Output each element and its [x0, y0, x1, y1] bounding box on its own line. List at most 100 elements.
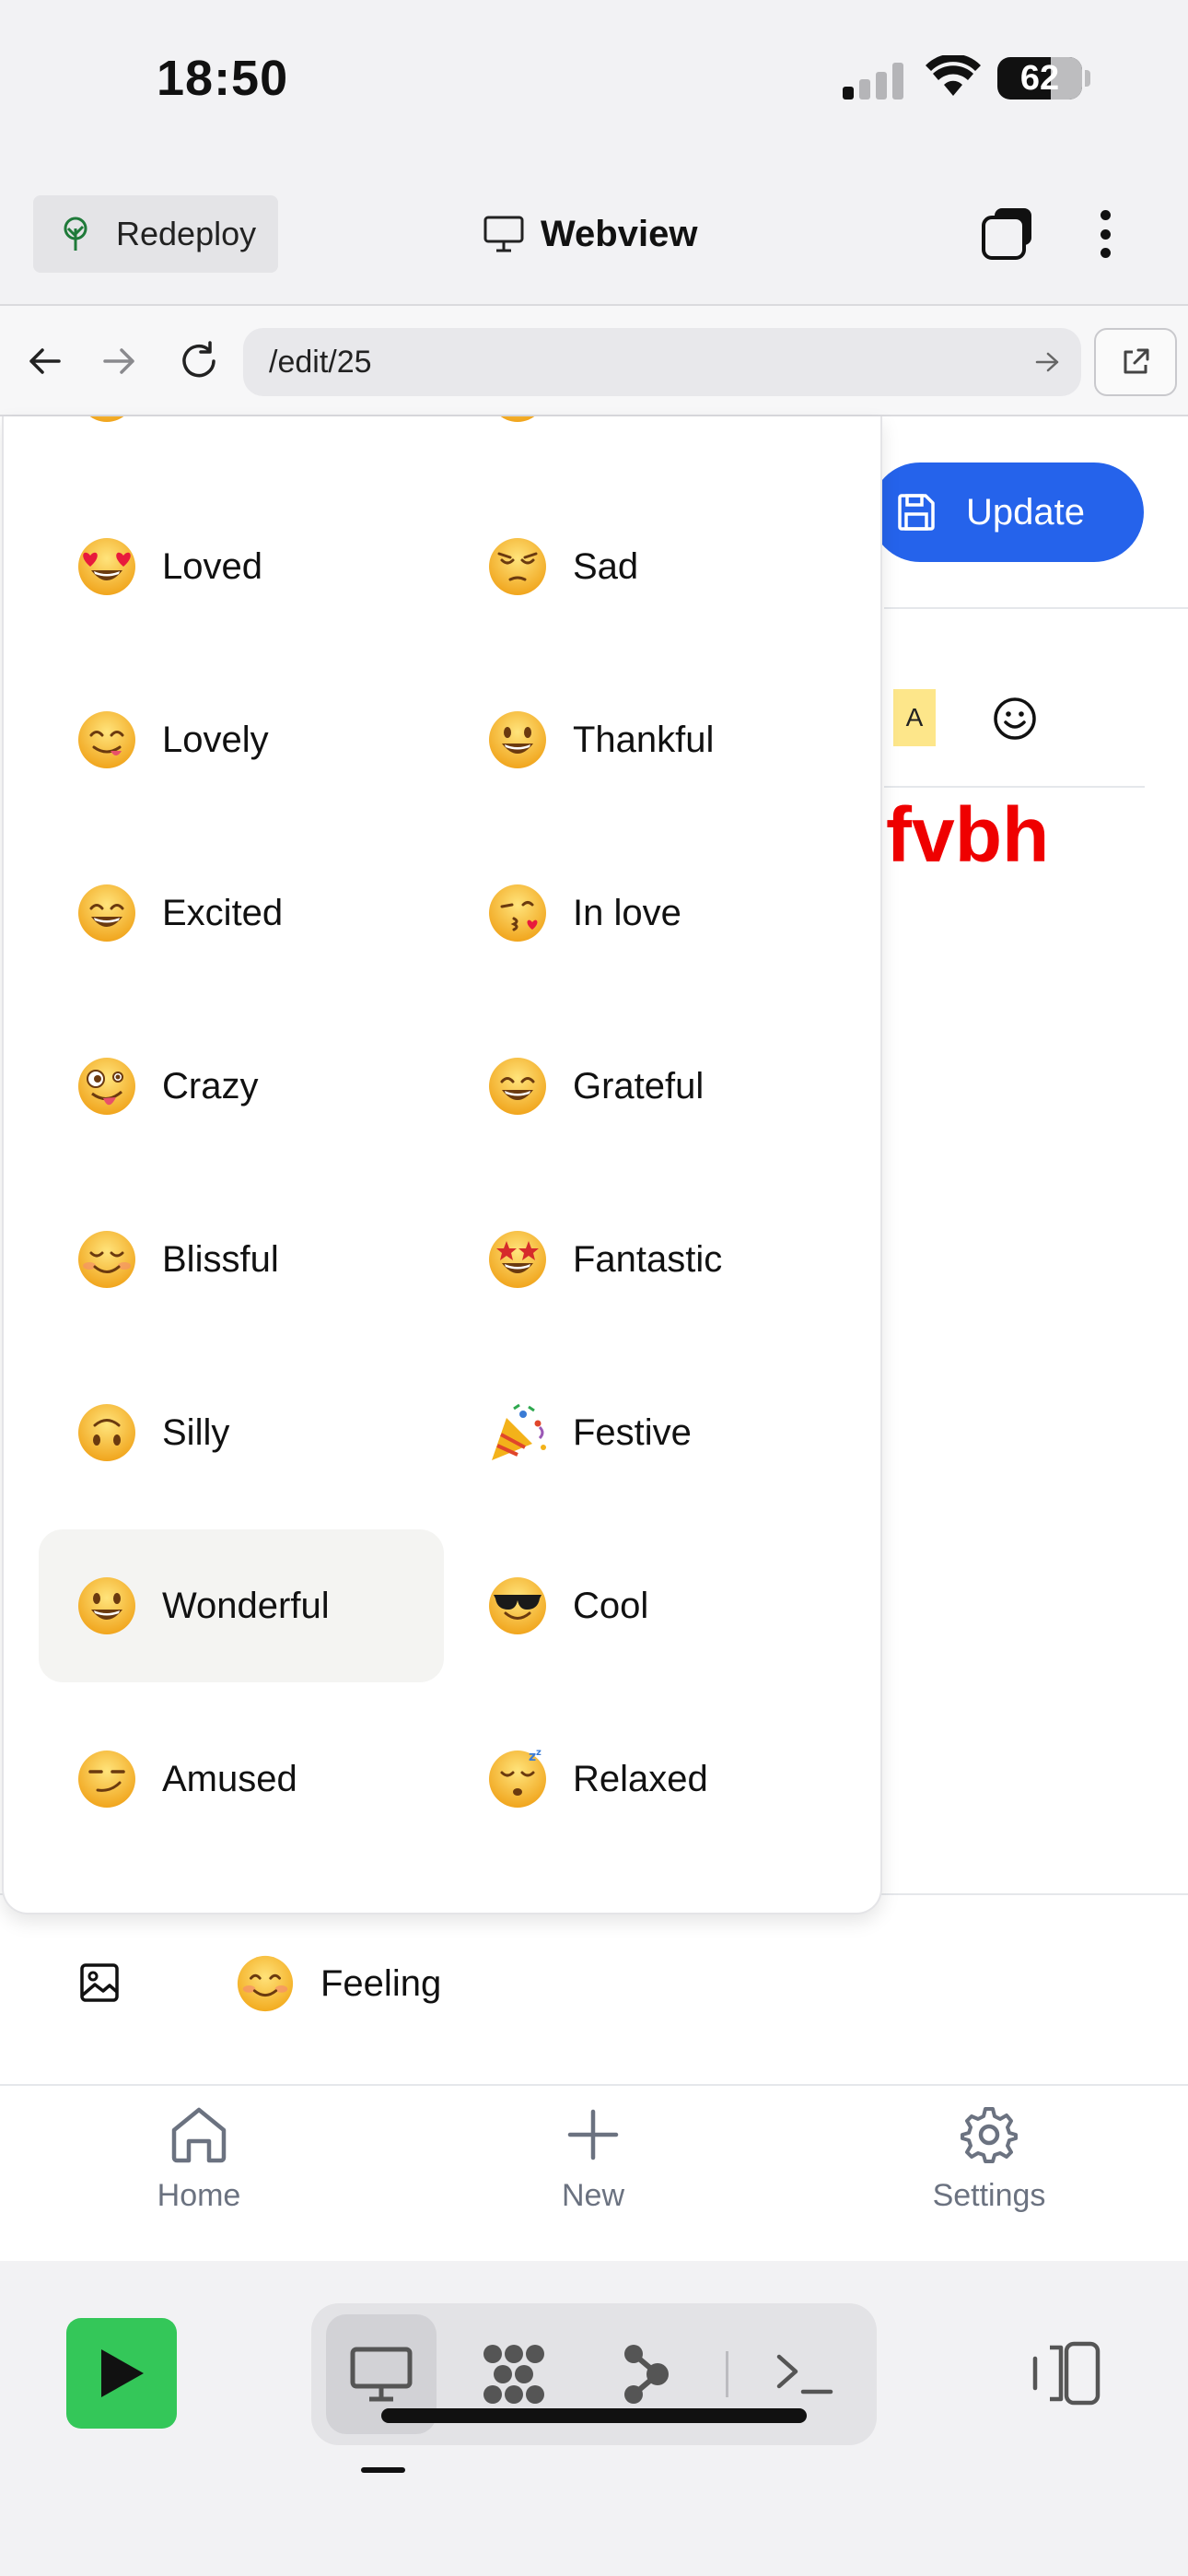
- external-link-icon: [1124, 348, 1149, 374]
- heart-eyes-face-icon: [78, 538, 135, 595]
- terminal-icon: [776, 2354, 833, 2395]
- star-struck-face-icon: [489, 1231, 546, 1288]
- url-bar: /edit/25: [0, 304, 1188, 416]
- home-icon: [171, 2107, 227, 2163]
- feeling-option-positive[interactable]: Positive: [39, 1876, 444, 1913]
- image-icon[interactable]: [77, 1961, 122, 2005]
- nav-settings-label: Settings: [932, 2178, 1046, 2213]
- feeling-option-happy[interactable]: Happy: [39, 416, 444, 470]
- divider: [726, 2351, 728, 2397]
- tree-icon: [64, 217, 87, 251]
- feeling-option-thankful[interactable]: Thankful: [449, 663, 855, 816]
- feeling-option-blissful[interactable]: Blissful: [39, 1183, 444, 1336]
- grinning-face-icon: [489, 711, 546, 768]
- battery-level: 62: [1019, 59, 1060, 98]
- feeling-label: Wonderful: [162, 1585, 330, 1626]
- cluster-icon: [483, 2345, 544, 2404]
- feeling-option-silly[interactable]: Silly: [39, 1356, 444, 1509]
- feeling-option-cool[interactable]: Cool: [449, 1529, 855, 1682]
- grinning-face-icon: [78, 1577, 135, 1634]
- smiling-face-icon: [500, 416, 535, 422]
- smiling-face-icon: [89, 416, 124, 422]
- reload-icon[interactable]: [171, 334, 227, 389]
- party-popper-icon: [492, 1403, 546, 1460]
- emoji-picker-icon[interactable]: [991, 695, 1039, 743]
- webview-title: Webview: [483, 205, 697, 263]
- kissing-heart-face-icon: [489, 884, 546, 942]
- webview-title-label: Webview: [541, 213, 698, 254]
- update-label: Update: [966, 491, 1085, 533]
- feeling-label: Grateful: [573, 1065, 705, 1107]
- url-text: /edit/25: [269, 345, 372, 380]
- monitor-icon: [483, 216, 524, 252]
- feeling-label: Sad: [573, 545, 639, 587]
- feeling-option-sad[interactable]: Sad: [449, 490, 855, 643]
- feeling-option-in-love[interactable]: In love: [449, 837, 855, 989]
- feeling-option-relaxed[interactable]: z z Relaxed: [449, 1703, 855, 1856]
- feeling-label: Lovely: [162, 719, 269, 760]
- plus-icon: [567, 2109, 619, 2160]
- divider: [884, 607, 1188, 609]
- sunglasses-face-icon: [489, 1577, 546, 1634]
- editor-content[interactable]: fvbh: [886, 790, 1049, 880]
- feeling-button[interactable]: Feeling: [234, 1951, 441, 2016]
- highlight-format-button[interactable]: A: [893, 689, 936, 746]
- feeling-option-lovely[interactable]: Lovely: [39, 663, 444, 816]
- monitor-icon: [350, 2347, 413, 2402]
- feeling-option-excited[interactable]: Excited: [39, 837, 444, 989]
- update-button[interactable]: Update: [870, 463, 1144, 562]
- go-arrow-icon[interactable]: [1035, 328, 1061, 396]
- relieved-face-icon: [78, 1231, 135, 1288]
- feeling-label: Festive: [573, 1411, 692, 1453]
- battery-icon: 62: [997, 57, 1082, 100]
- zany-face-icon: [78, 1058, 135, 1115]
- yum-face-icon: [78, 711, 135, 768]
- feeling-option-blessed[interactable]: Blessed: [449, 416, 855, 470]
- redeploy-label: Redeploy: [116, 215, 257, 252]
- nav-settings[interactable]: Settings: [888, 2104, 1090, 2214]
- tabs-icon[interactable]: [978, 205, 1037, 263]
- url-input[interactable]: /edit/25: [243, 328, 1081, 396]
- feeling-button-label: Feeling: [320, 1962, 442, 2004]
- nav-new[interactable]: New: [492, 2104, 694, 2214]
- forward-icon[interactable]: [92, 334, 147, 389]
- feeling-label: Thankful: [573, 719, 715, 760]
- feeling-option-festive[interactable]: Festive: [449, 1356, 855, 1509]
- feeling-option-crazy[interactable]: Crazy: [39, 1010, 444, 1163]
- active-tab-indicator: [361, 2467, 405, 2473]
- feeling-label: Crazy: [162, 1065, 259, 1107]
- feeling-option-fantastic[interactable]: Fantastic: [449, 1183, 855, 1336]
- feeling-label: Blissful: [162, 1238, 279, 1280]
- save-icon: [898, 494, 935, 531]
- feeling-option-amused[interactable]: Amused: [39, 1703, 444, 1856]
- feeling-label: Cool: [573, 1585, 649, 1626]
- redeploy-button[interactable]: Redeploy: [33, 195, 278, 273]
- nav-home-label: Home: [157, 2178, 241, 2213]
- sidebar-toggle-icon[interactable]: [1026, 2336, 1103, 2410]
- feeling-label: Loved: [162, 545, 262, 587]
- open-external-button[interactable]: [1094, 328, 1177, 396]
- feeling-option-wonderful[interactable]: Wonderful: [39, 1529, 444, 1682]
- nav-new-label: New: [561, 2178, 625, 2213]
- svg-text:z: z: [529, 1750, 536, 1764]
- feeling-label: Excited: [162, 892, 284, 933]
- play-icon: [101, 2349, 144, 2397]
- beaming-face-icon: [78, 884, 135, 942]
- feeling-label: In love: [573, 892, 681, 933]
- branch-icon: [624, 2345, 669, 2404]
- nav-home[interactable]: Home: [98, 2104, 300, 2214]
- cellular-signal-icon: [843, 61, 903, 100]
- upside-down-face-icon: [78, 1404, 135, 1461]
- blushing-face-icon: [237, 1955, 294, 2012]
- run-button[interactable]: [66, 2318, 177, 2429]
- pensive-face-icon: [489, 538, 546, 595]
- back-icon[interactable]: [17, 334, 72, 389]
- more-menu-icon[interactable]: [1087, 205, 1124, 263]
- feeling-label: Amused: [162, 1758, 297, 1799]
- view-switcher: [311, 2303, 877, 2445]
- feeling-option-loved[interactable]: Loved: [39, 490, 444, 643]
- divider: [884, 786, 1145, 788]
- feeling-option-grateful[interactable]: Grateful: [449, 1010, 855, 1163]
- feeling-option-chill[interactable]: Chill: [449, 1876, 855, 1913]
- feeling-label: Silly: [162, 1411, 230, 1453]
